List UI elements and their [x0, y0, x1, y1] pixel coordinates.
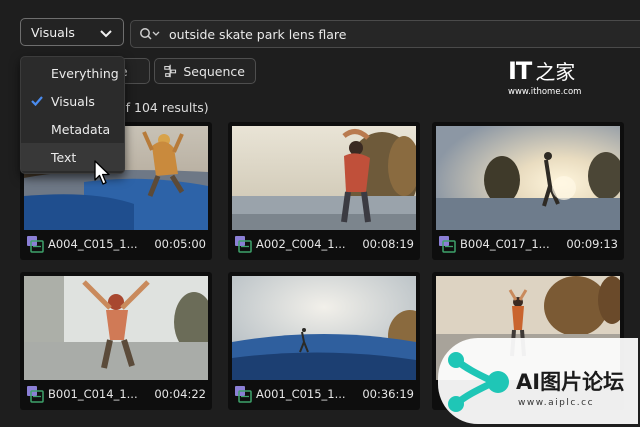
menu-item-label: Visuals — [51, 93, 95, 109]
clip-name: A002_C004_1... — [256, 237, 346, 251]
sequence-view-button-label: Sequence — [183, 63, 245, 79]
clip-thumbnail — [232, 126, 416, 230]
clip-name: B001_C014_1... — [48, 387, 138, 401]
aiplc-url: www.aiplc.cc — [518, 398, 595, 408]
results-count: of 104 results) — [118, 100, 209, 115]
clip-name: A004_C015_1... — [48, 237, 138, 251]
menu-item-label: Metadata — [51, 121, 111, 137]
aiplc-logo-icon — [448, 352, 509, 412]
menu-item-label: Everything — [51, 65, 119, 81]
clip-duration: 00:04:22 — [154, 387, 206, 401]
ithome-logo-it: IT — [508, 56, 532, 85]
video-clip-icon — [235, 236, 252, 253]
clip-meta: B004_C017_1... 00:09:13 — [438, 232, 618, 256]
ithome-logo: IT 之家 — [508, 56, 584, 85]
clip-meta: B001_C014_1... 00:04:22 — [26, 382, 206, 406]
ithome-watermark: IT 之家 www.ithome.com — [508, 56, 584, 102]
clip-thumbnail — [436, 126, 620, 230]
menu-item-everything[interactable]: Everything — [21, 59, 124, 87]
search-mode-value: Visuals — [31, 24, 75, 40]
video-clip-icon — [27, 236, 44, 253]
clip-name: A001_C015_1... — [256, 387, 346, 401]
search-box[interactable] — [130, 20, 640, 48]
mouse-cursor-icon — [94, 160, 110, 185]
search-mode-select[interactable]: Visuals — [20, 18, 124, 46]
sequence-icon — [164, 64, 177, 78]
clip-duration: 00:36:19 — [362, 387, 414, 401]
clip-name: B004_C017_1... — [460, 237, 550, 251]
checkmark-icon — [31, 96, 43, 107]
video-clip-icon — [439, 236, 456, 253]
aiplc-title: AI图片论坛 — [516, 370, 625, 394]
clip-meta: A001_C015_1... 00:36:19 — [234, 382, 414, 406]
aiplc-watermark: AI图片论坛 www.aiplc.cc — [438, 338, 638, 424]
video-clip-icon — [235, 386, 252, 403]
clip-thumbnail — [24, 276, 208, 380]
top-toolbar: Visuals — [0, 0, 640, 56]
clip-meta: A004_C015_1... 00:05:00 — [26, 232, 206, 256]
clip-thumbnail — [232, 276, 416, 380]
search-icon — [140, 28, 160, 40]
sequence-view-button[interactable]: Sequence — [154, 58, 256, 84]
clip-tile[interactable]: A002_C004_1... 00:08:19 — [228, 122, 420, 260]
clip-tile[interactable]: A001_C015_1... 00:36:19 — [228, 272, 420, 410]
search-input[interactable] — [169, 26, 589, 42]
search-mode-menu: Everything Visuals Metadata Text — [20, 56, 125, 174]
ithome-url: www.ithome.com — [508, 87, 582, 97]
clip-duration: 00:05:00 — [154, 237, 206, 251]
clip-tile[interactable]: B001_C014_1... 00:04:22 — [20, 272, 212, 410]
clip-meta: A002_C004_1... 00:08:19 — [234, 232, 414, 256]
clip-tile[interactable]: B004_C017_1... 00:09:13 — [432, 122, 624, 260]
menu-item-visuals[interactable]: Visuals — [21, 87, 124, 115]
menu-item-metadata[interactable]: Metadata — [21, 115, 124, 143]
clip-duration: 00:08:19 — [362, 237, 414, 251]
chevron-down-icon — [100, 30, 112, 38]
menu-item-label: Text — [51, 149, 77, 165]
video-clip-icon — [27, 386, 44, 403]
clip-duration: 00:09:13 — [566, 237, 618, 251]
ithome-logo-zh: 之家 — [535, 60, 576, 84]
